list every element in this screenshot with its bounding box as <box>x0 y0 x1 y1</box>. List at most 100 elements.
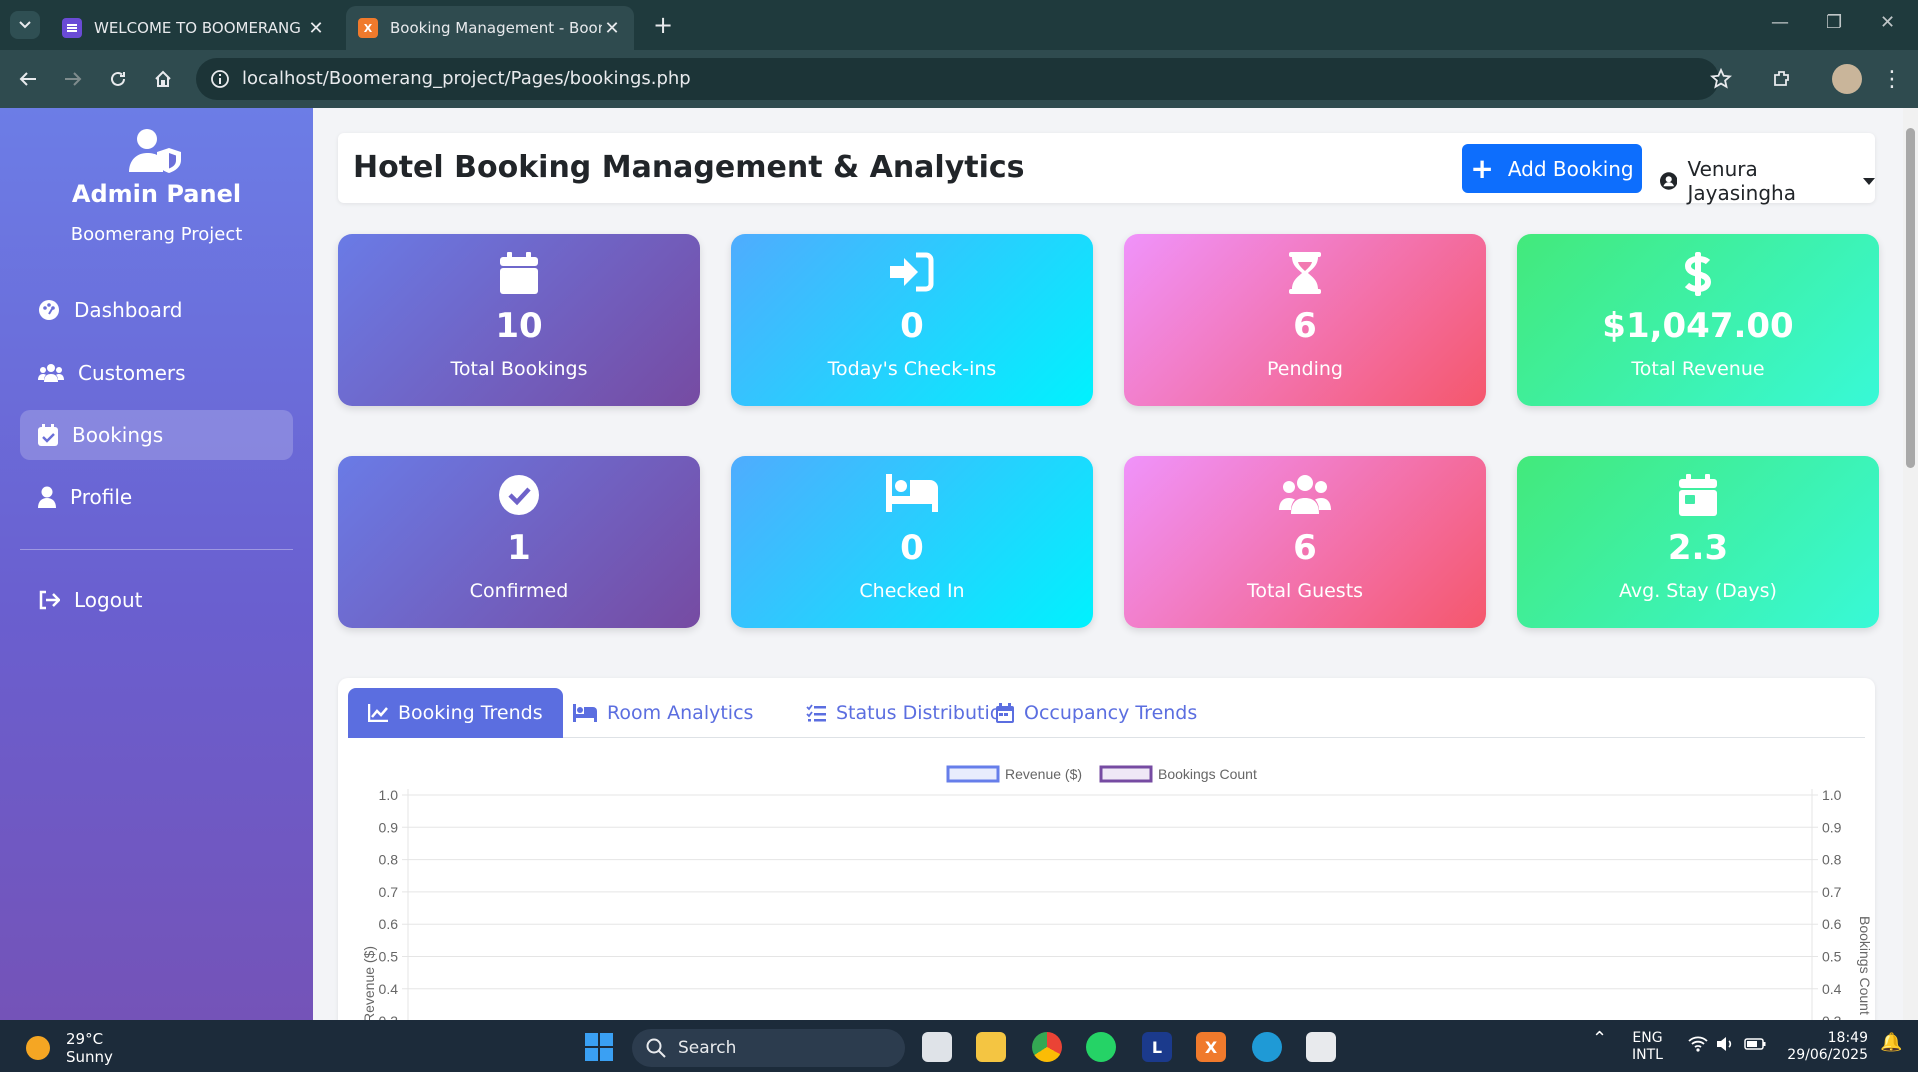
xampp-icon[interactable]: X <box>1196 1032 1226 1062</box>
sidebar-item-label: Dashboard <box>74 298 183 322</box>
logout-label: Logout <box>74 588 143 612</box>
sidebar-item-customers[interactable]: Customers <box>20 348 293 398</box>
browser-menu-icon[interactable]: ⋮ <box>1877 64 1907 94</box>
wifi-icon[interactable] <box>1688 1036 1708 1057</box>
snipping-tool-icon[interactable] <box>1306 1032 1336 1062</box>
browser-tab-bookings[interactable]: X Booking Management - Boome ✕ <box>346 6 634 50</box>
weather-temp: 29°C <box>66 1030 104 1048</box>
stat-label: Checked In <box>859 580 965 602</box>
tasks-icon <box>806 704 826 722</box>
user-dropdown[interactable]: Venura Jayasingha <box>1660 157 1875 205</box>
y2-tick-label: 0.7 <box>1822 884 1842 900</box>
new-tab-button[interactable]: + <box>648 10 678 40</box>
site-info-icon[interactable] <box>210 69 230 89</box>
chart-line-icon <box>368 704 388 722</box>
reload-icon[interactable] <box>103 64 133 94</box>
sidebar-item-profile[interactable]: Profile <box>20 472 293 522</box>
tab-occupancy-trends[interactable]: Occupancy Trends <box>976 688 1217 738</box>
volume-icon[interactable] <box>1716 1036 1734 1057</box>
calendar-icon <box>500 252 538 294</box>
page-scrollbar[interactable] <box>1903 108 1918 1020</box>
main-content: Hotel Booking Management & Analytics + A… <box>313 108 1903 1020</box>
weather-text: Sunny <box>66 1048 113 1066</box>
calendar-day-icon <box>1679 474 1717 516</box>
dollar-icon <box>1684 252 1712 296</box>
minimize-icon[interactable]: — <box>1771 12 1789 33</box>
tab-booking-trends[interactable]: Booking Trends <box>348 688 563 738</box>
bookmark-star-icon[interactable] <box>1710 68 1732 90</box>
restore-icon[interactable]: ❐ <box>1826 12 1842 33</box>
whatsapp-icon[interactable] <box>1086 1032 1116 1062</box>
tab-room-analytics[interactable]: Room Analytics <box>553 688 773 738</box>
browser-tab-bar: WELCOME TO BOOMERANG SC ✕ X Booking Mana… <box>0 0 1918 50</box>
y-tick-label: 0.9 <box>379 819 399 835</box>
windows-start-icon[interactable] <box>584 1032 614 1062</box>
sidebar: Admin Panel Boomerang Project Dashboard … <box>0 108 313 1020</box>
search-label: Search <box>678 1038 737 1058</box>
file-explorer-icon[interactable] <box>976 1032 1006 1062</box>
weather-widget[interactable]: 29°C Sunny <box>26 1030 113 1066</box>
back-icon[interactable] <box>13 64 43 94</box>
tab-title: Booking Management - Boome <box>390 19 602 37</box>
y-tick-label: 0.8 <box>379 852 399 868</box>
user-name: Venura Jayasingha <box>1687 157 1796 205</box>
y2-tick-label: 0.4 <box>1822 981 1842 997</box>
stat-label: Avg. Stay (Days) <box>1619 580 1777 602</box>
notification-bell-icon[interactable]: 🔔 <box>1880 1034 1902 1052</box>
browser-toolbar: localhost/Boomerang_project/Pages/bookin… <box>0 50 1918 108</box>
tab-label: Booking Trends <box>398 702 543 724</box>
taskbar-search[interactable]: Search <box>632 1029 905 1067</box>
sidebar-item-logout[interactable]: Logout <box>20 575 293 625</box>
page-header: Hotel Booking Management & Analytics + A… <box>338 133 1875 205</box>
sidebar-divider <box>20 549 293 550</box>
stat-value: 0 <box>900 306 924 346</box>
plus-icon: + <box>1470 152 1494 185</box>
stat-value: 0 <box>900 528 924 568</box>
check-circle-icon <box>499 475 539 515</box>
profile-avatar[interactable] <box>1832 64 1862 94</box>
clock[interactable]: 18:49 29/06/2025 <box>1786 1030 1868 1064</box>
chart-grid: 1.0 1.0 0.9 0.9 0.8 0.8 0.7 0.7 0.6 0.6 0.5 0.5 0.4 0… <box>379 787 1842 1020</box>
add-booking-button[interactable]: + Add Booking <box>1462 144 1642 193</box>
users-icon <box>38 364 64 382</box>
home-icon[interactable] <box>148 64 178 94</box>
chart-legend: Revenue ($) Bookings Count <box>946 765 1257 783</box>
y-tick-label: 1.0 <box>379 787 399 803</box>
tab-label: Occupancy Trends <box>1024 702 1198 724</box>
y2-tick-label: 0.3 <box>1822 1013 1842 1020</box>
scrollbar-thumb[interactable] <box>1906 128 1915 468</box>
l-app-icon[interactable]: L <box>1142 1032 1172 1062</box>
sign-in-icon <box>890 252 934 292</box>
close-window-icon[interactable]: ✕ <box>1880 12 1895 33</box>
sidebar-item-dashboard[interactable]: Dashboard <box>20 285 293 335</box>
y2-tick-label: 0.5 <box>1822 949 1842 965</box>
y2-tick-label: 0.9 <box>1822 819 1842 835</box>
chevron-down-icon <box>19 21 31 29</box>
sidebar-item-bookings[interactable]: Bookings <box>20 410 293 460</box>
edge-icon[interactable] <box>1252 1032 1282 1062</box>
chrome-icon[interactable] <box>1032 1032 1062 1062</box>
task-view-icon[interactable] <box>922 1032 952 1062</box>
forward-icon[interactable] <box>58 64 88 94</box>
user-circle-icon <box>1660 172 1678 190</box>
analytics-tabs: Booking Trends Room Analytics Status Dis… <box>348 688 1865 738</box>
sign-out-icon <box>39 590 60 610</box>
palette-icon <box>39 300 59 320</box>
language-indicator[interactable]: ENG INTL <box>1632 1030 1663 1064</box>
list-favicon-icon <box>62 18 82 38</box>
stat-label: Total Revenue <box>1631 358 1765 380</box>
close-tab-icon[interactable]: ✕ <box>602 18 622 39</box>
browser-tab-welcome[interactable]: WELCOME TO BOOMERANG SC ✕ <box>50 6 338 50</box>
close-tab-icon[interactable]: ✕ <box>306 18 326 39</box>
address-bar[interactable]: localhost/Boomerang_project/Pages/bookin… <box>196 58 1732 100</box>
analytics-card: Booking Trends Room Analytics Status Dis… <box>338 678 1875 1020</box>
stat-card-total-bookings: 10 Total Bookings <box>338 234 700 406</box>
tab-search-button[interactable] <box>10 11 40 39</box>
extensions-icon[interactable] <box>1767 64 1797 94</box>
xampp-favicon-icon: X <box>358 18 378 38</box>
page-title: Hotel Booking Management & Analytics <box>353 150 1025 185</box>
user-icon <box>38 486 56 508</box>
chevron-up-icon[interactable]: ⌃ <box>1592 1030 1607 1048</box>
battery-icon[interactable] <box>1744 1038 1766 1055</box>
tab-label: Room Analytics <box>607 702 754 724</box>
